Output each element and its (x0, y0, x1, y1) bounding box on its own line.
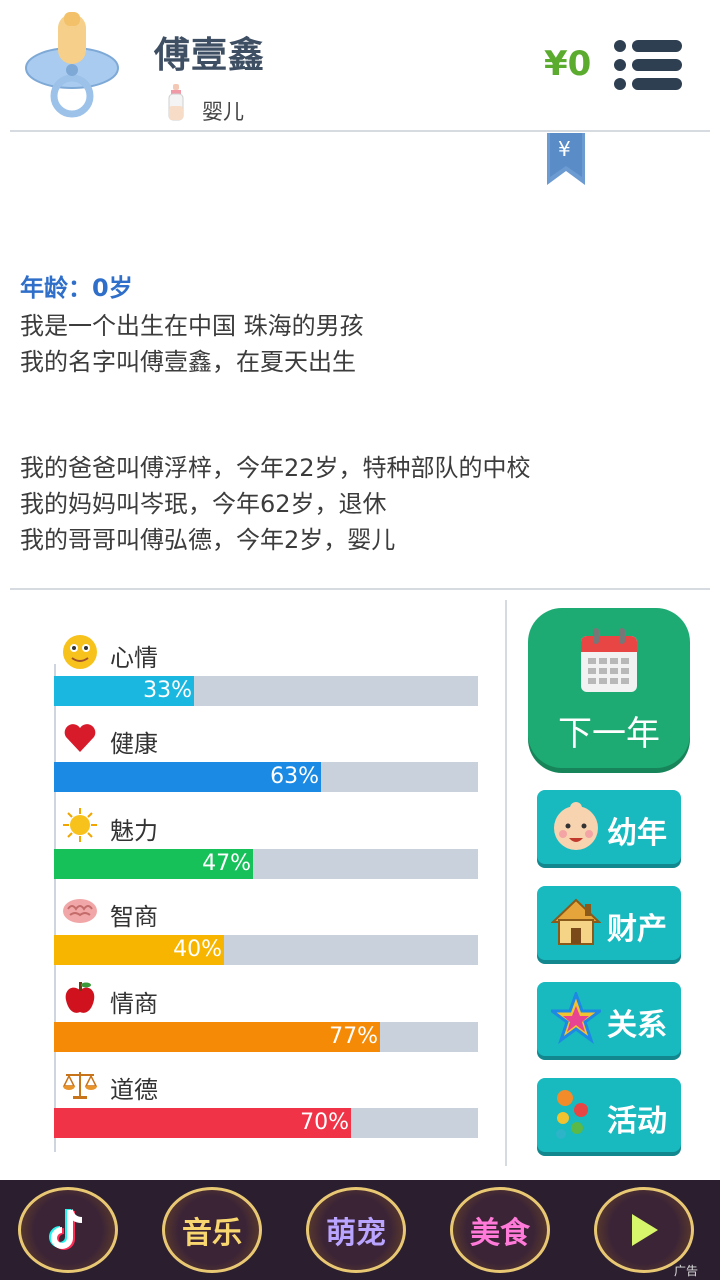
childhood-label: 幼年 (607, 816, 667, 851)
tiktok-ad-button[interactable] (18, 1187, 118, 1273)
stat-bar-fill: 70% (54, 1108, 351, 1138)
ad-tag: 广告 (674, 1264, 699, 1278)
property-label: 财产 (607, 912, 667, 947)
baby-face-icon (554, 802, 598, 850)
activities-label: 活动 (607, 1104, 667, 1139)
stat-bar: 47% (54, 849, 478, 879)
play-icon (632, 1214, 658, 1246)
story-line: 我的名字叫傅壹鑫，在夏天出生 (20, 348, 356, 376)
stat-label: 智商 (110, 903, 158, 931)
stat-bar: 77% (54, 1022, 478, 1052)
ad-label: 美食 (470, 1216, 530, 1251)
calendar-icon (581, 628, 637, 692)
childhood-button[interactable]: 幼年 (537, 790, 681, 864)
scales-icon (62, 1072, 98, 1099)
relations-button[interactable]: 关系 (537, 982, 681, 1056)
money-bookmark[interactable]: ¥ (547, 133, 585, 185)
relations-label: 关系 (607, 1008, 667, 1043)
apple-icon (65, 982, 95, 1013)
stat-percent: 63% (270, 764, 319, 789)
tiktok-icon (49, 1209, 83, 1250)
story-line: 我是一个出生在中国 珠海的男孩 (20, 312, 364, 340)
age-label: 年龄：0岁 (20, 274, 133, 302)
smiley-icon (63, 635, 97, 669)
stat-percent: 40% (173, 937, 222, 962)
menu-icon[interactable] (612, 38, 684, 92)
heart-icon (64, 724, 96, 752)
stat-label: 情商 (110, 990, 158, 1018)
play-ad-button[interactable] (594, 1187, 694, 1273)
life-stage-label: 婴儿 (202, 100, 244, 124)
stat-bar: 40% (54, 935, 478, 965)
sun-icon (63, 808, 97, 842)
stat-bar-fill: 47% (54, 849, 253, 879)
pacifier-avatar-icon (25, 12, 119, 118)
stat-percent: 33% (143, 678, 192, 703)
brain-icon (63, 899, 97, 923)
stat-label: 道德 (110, 1076, 158, 1104)
activities-button[interactable]: 活动 (537, 1078, 681, 1152)
stat-bar: 63% (54, 762, 478, 792)
next-year-button[interactable]: 下一年 (528, 608, 690, 768)
activity-dots-icon (556, 1090, 588, 1139)
house-icon (551, 898, 601, 945)
property-button[interactable]: 财产 (537, 886, 681, 960)
baby-bottle-icon (168, 84, 184, 121)
stat-bar-fill: 40% (54, 935, 224, 965)
stat-bar: 70% (54, 1108, 478, 1138)
story-line: 我的哥哥叫傅弘德，今年2岁，婴儿 (20, 526, 396, 554)
stats-axis-line (54, 664, 56, 1152)
character-name: 傅壹鑫 (154, 35, 266, 76)
stat-percent: 47% (202, 851, 251, 876)
ad-label: 萌宠 (326, 1216, 386, 1251)
stat-label: 健康 (110, 730, 158, 758)
stat-bar-fill: 33% (54, 676, 194, 706)
stat-bar-fill: 77% (54, 1022, 380, 1052)
money-display: ¥0 (544, 44, 592, 84)
stat-bar-fill: 63% (54, 762, 321, 792)
next-year-label: 下一年 (558, 714, 660, 754)
stat-percent: 77% (329, 1024, 378, 1049)
header-divider (10, 130, 710, 132)
story-divider (10, 588, 710, 590)
stat-bar: 33% (54, 676, 478, 706)
pets-ad-button[interactable]: 萌宠 (306, 1187, 406, 1273)
panel-separator (505, 600, 507, 1166)
bookmark-symbol: ¥ (558, 137, 571, 161)
stat-label: 魅力 (110, 817, 158, 845)
ad-label: 音乐 (182, 1216, 242, 1251)
food-ad-button[interactable]: 美食 (450, 1187, 550, 1273)
stat-label: 心情 (110, 644, 158, 672)
story-line: 我的妈妈叫岑珉，今年62岁，退休 (20, 490, 387, 518)
music-ad-button[interactable]: 音乐 (162, 1187, 262, 1273)
story-line: 我的爸爸叫傅浮梓，今年22岁，特种部队的中校 (20, 454, 531, 482)
star-icon (551, 992, 601, 1044)
stat-percent: 70% (300, 1110, 349, 1135)
